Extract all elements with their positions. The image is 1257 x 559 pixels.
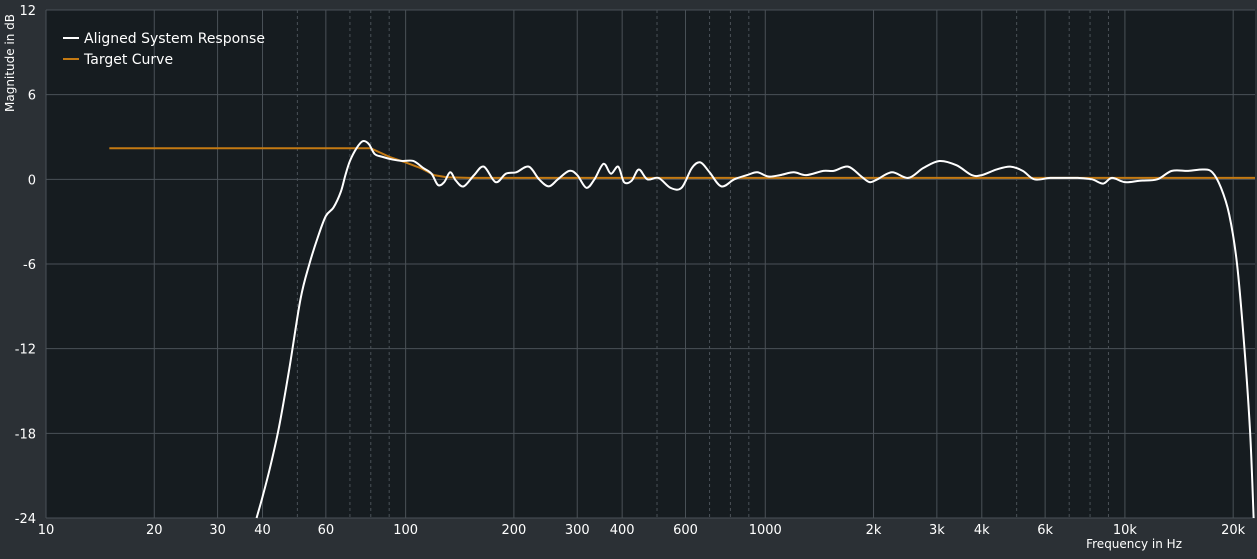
x-tick-label: 20 [146,523,163,538]
y-tick-label: -18 [15,427,36,442]
legend-label-aligned: Aligned System Response [84,31,265,47]
x-tick-label: 600 [673,523,698,538]
x-tick-label: 10k [1113,523,1138,538]
x-tick-label: 20k [1221,523,1246,538]
x-tick-label: 300 [565,523,590,538]
x-tick-label: 1000 [749,523,782,538]
x-tick-label: 2k [866,523,882,538]
y-tick-label: -24 [15,512,36,527]
y-axis-title: Magnitude in dB [3,14,17,112]
y-tick-label: -6 [23,258,36,273]
y-tick-label: 12 [19,4,36,19]
x-tick-label: 3k [929,523,945,538]
y-tick-label: -12 [15,343,36,358]
x-tick-label: 30 [209,523,226,538]
x-axis-title: Frequency in Hz [1086,537,1182,551]
x-tick-label: 4k [974,523,990,538]
frequency-response-chart: 1260-6-12-18-2410 20 30 40 60 100 200 300 400 600… [3,4,1255,551]
y-tick-label: 6 [28,89,36,104]
x-tick-label: 10 [38,523,55,538]
x-tick-label: 200 [501,523,526,538]
legend-label-target: Target Curve [83,52,173,68]
x-tick-label: 60 [318,523,335,538]
y-tick-label: 0 [28,173,36,188]
x-tick-label: 6k [1037,523,1053,538]
x-tick-label: 400 [610,523,635,538]
x-tick-label: 100 [393,523,418,538]
x-tick-label: 40 [254,523,271,538]
